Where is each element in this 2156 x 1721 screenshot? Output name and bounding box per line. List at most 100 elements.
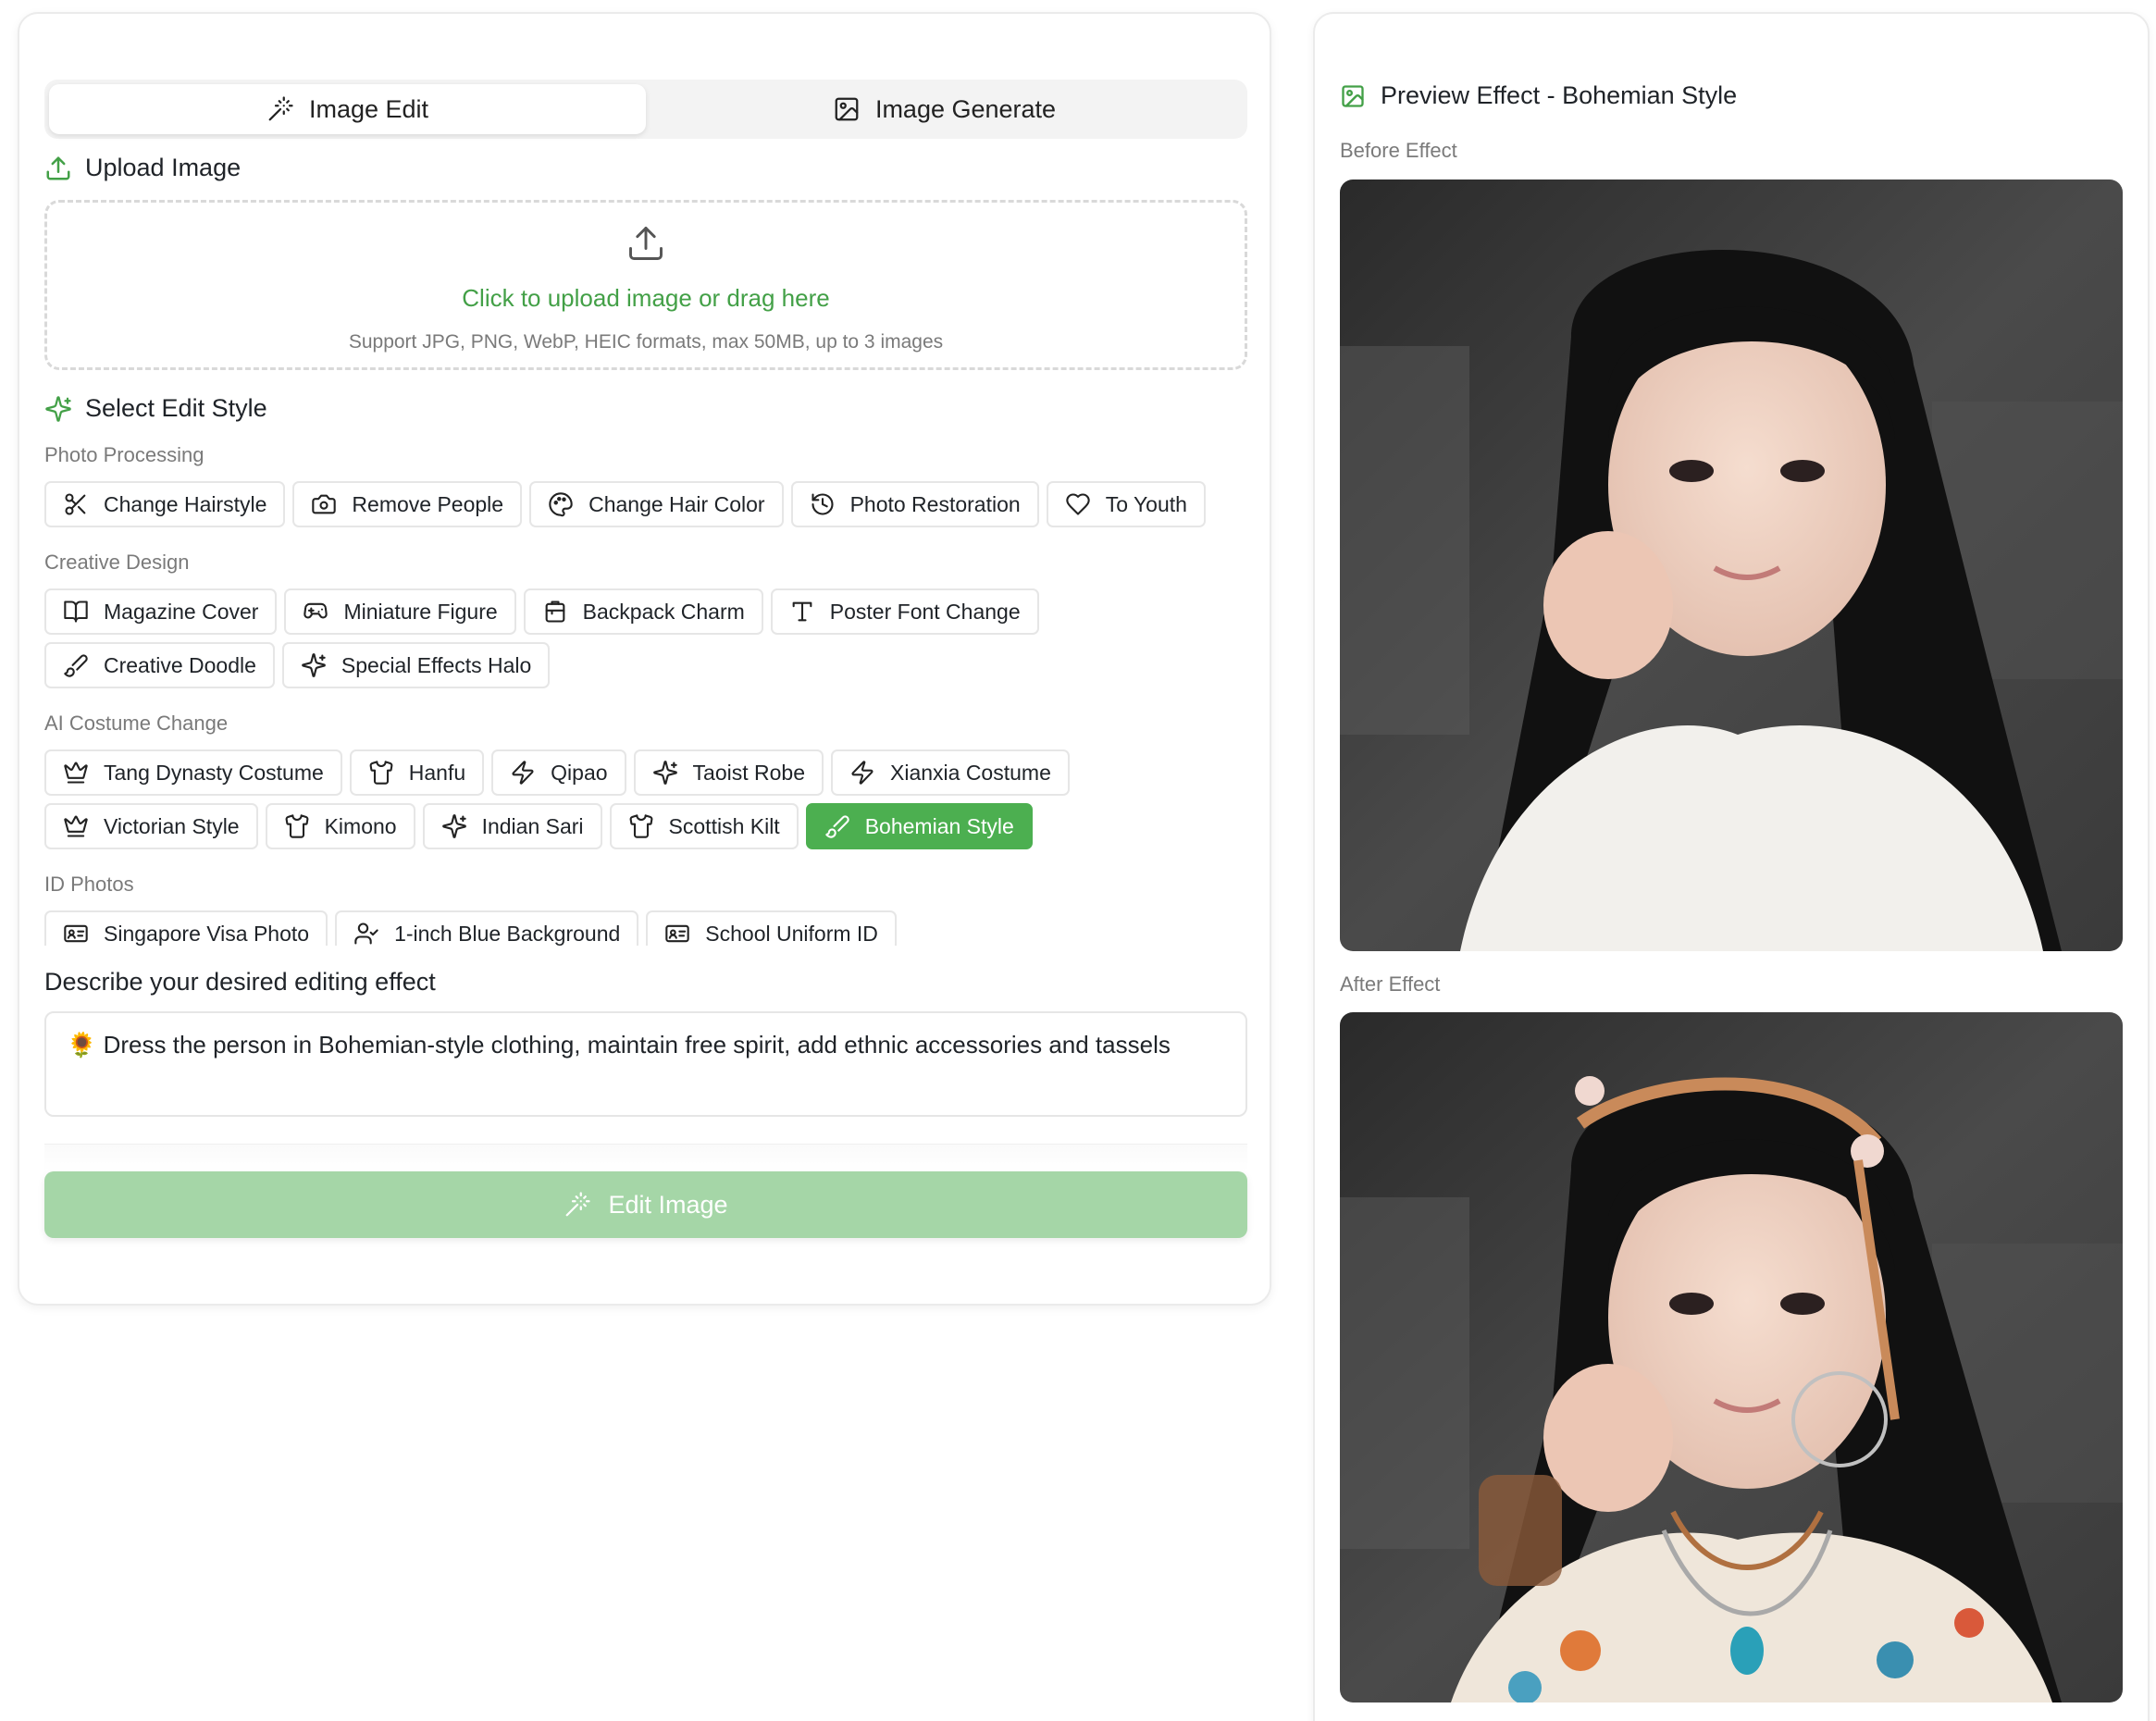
style-chip-tang-dynasty-costume[interactable]: Tang Dynasty Costume (44, 749, 342, 796)
style-chip-poster-font-change[interactable]: Poster Font Change (770, 588, 1039, 635)
zap-icon (510, 760, 536, 786)
tab-image-edit[interactable]: Image Edit (49, 84, 646, 134)
style-chip-photo-restoration[interactable]: Photo Restoration (790, 481, 1039, 527)
divider (44, 1144, 1247, 1171)
chip-label: Kimono (324, 813, 397, 838)
group-label: Photo Processing (44, 443, 204, 466)
chip-label: Change Hairstyle (104, 491, 267, 516)
chip-label: Tang Dynasty Costume (104, 760, 324, 785)
style-chip-hanfu[interactable]: Hanfu (349, 749, 485, 796)
scissors-icon (63, 491, 89, 517)
chip-label: Qipao (551, 760, 608, 785)
style-chip-victorian-style[interactable]: Victorian Style (44, 803, 258, 849)
upload-hint: Support JPG, PNG, WebP, HEIC formats, ma… (348, 331, 944, 353)
chip-label: Xianxia Costume (890, 760, 1051, 785)
style-chip-qipao[interactable]: Qipao (491, 749, 626, 796)
style-chip-miniature-figure[interactable]: Miniature Figure (284, 588, 516, 635)
style-chip-indian-sari[interactable]: Indian Sari (422, 803, 602, 849)
shirt-icon (628, 813, 654, 839)
book-open-icon (63, 599, 89, 625)
gamepad-icon (303, 599, 328, 625)
heart-icon (1065, 491, 1091, 517)
crown-icon (63, 813, 89, 839)
chip-label: Remove People (352, 491, 504, 516)
chip-label: Miniature Figure (343, 599, 498, 624)
sparkles-icon (652, 760, 678, 786)
after-label: After Effect (1340, 972, 1441, 996)
group-label: ID Photos (44, 873, 134, 896)
type-icon (789, 599, 815, 625)
id-card-icon (63, 921, 89, 946)
edit-image-button[interactable]: Edit Image (44, 1171, 1247, 1238)
style-chip-magazine-cover[interactable]: Magazine Cover (44, 588, 278, 635)
style-chip-taoist-robe[interactable]: Taoist Robe (633, 749, 824, 796)
chip-label: Hanfu (408, 760, 466, 785)
brush-icon (63, 652, 89, 678)
chip-label: To Youth (1105, 491, 1187, 516)
chip-label: Special Effects Halo (341, 652, 532, 677)
tab-image-generate[interactable]: Image Generate (646, 84, 1243, 134)
style-chip-change-hair-color[interactable]: Change Hair Color (529, 481, 784, 527)
style-chip-creative-doodle[interactable]: Creative Doodle (44, 642, 275, 688)
group-label: AI Costume Change (44, 712, 229, 735)
chip-label: Scottish Kilt (668, 813, 780, 838)
upload-dropzone[interactable]: Click to upload image or drag here Suppo… (44, 200, 1247, 370)
upload-section-title: Upload Image (44, 154, 241, 182)
chip-label: Change Hair Color (589, 491, 765, 516)
chip-label: Photo Restoration (849, 491, 1021, 516)
tab-label: Image Edit (308, 94, 429, 123)
style-chip-kimono[interactable]: Kimono (265, 803, 415, 849)
style-section-title: Select Edit Style (44, 394, 267, 423)
style-chip-to-youth[interactable]: To Youth (1046, 481, 1206, 527)
magic-wand-icon (564, 1191, 591, 1219)
chip-label: Victorian Style (104, 813, 240, 838)
palette-icon (548, 491, 574, 517)
preview-title-text: Preview Effect - Bohemian Style (1381, 81, 1738, 109)
sparkles-icon (44, 395, 72, 423)
zap-icon (849, 760, 875, 786)
chip-label: 1-inch Blue Background (394, 921, 621, 946)
style-list[interactable]: Photo Processing Change Hairstyle Remove… (44, 439, 1257, 946)
magic-wand-icon (266, 95, 294, 123)
style-chip-xianxia-costume[interactable]: Xianxia Costume (831, 749, 1070, 796)
history-icon (810, 491, 836, 517)
tab-label: Image Generate (874, 94, 1057, 123)
mode-tabs: Image Edit Image Generate (44, 80, 1247, 139)
chip-label: School Uniform ID (705, 921, 878, 946)
upload-prompt: Click to upload image or drag here (462, 284, 830, 312)
sparkles-icon (301, 652, 327, 678)
style-chip-singapore-visa-photo[interactable]: Singapore Visa Photo (44, 910, 328, 946)
chip-label: Taoist Robe (692, 760, 805, 785)
id-card-icon (664, 921, 690, 946)
group-label: Creative Design (44, 551, 190, 574)
upload-icon (44, 155, 72, 182)
description-input[interactable]: 🌻 Dress the person in Bohemian-style clo… (44, 1011, 1247, 1117)
style-chip-school-uniform-id[interactable]: School Uniform ID (646, 910, 897, 946)
style-chip-backpack-charm[interactable]: Backpack Charm (523, 588, 763, 635)
style-chip-change-hairstyle[interactable]: Change Hairstyle (44, 481, 286, 527)
section-title-text: Select Edit Style (85, 394, 267, 422)
brush-icon (824, 813, 850, 839)
after-photo (1340, 1012, 2123, 1702)
style-chip-bohemian-style[interactable]: Bohemian Style (805, 803, 1033, 849)
preview-title: Preview Effect - Bohemian Style (1340, 81, 1737, 110)
shirt-icon (284, 813, 310, 839)
style-chip-remove-people[interactable]: Remove People (292, 481, 523, 527)
chip-group-photo-processing: Change Hairstyle Remove People Change Ha… (44, 481, 1257, 527)
camera-icon (311, 491, 337, 517)
upload-icon (626, 223, 666, 264)
style-chip-1-inch-blue-background[interactable]: 1-inch Blue Background (335, 910, 639, 946)
before-label: Before Effect (1340, 139, 1457, 162)
button-label: Edit Image (608, 1190, 728, 1219)
chip-label: Magazine Cover (104, 599, 259, 624)
style-chip-scottish-kilt[interactable]: Scottish Kilt (609, 803, 799, 849)
backpack-icon (542, 599, 568, 625)
before-photo (1340, 180, 2123, 951)
chip-group-id-photos: Singapore Visa Photo 1-inch Blue Backgro… (44, 910, 1257, 946)
description-label: Describe your desired editing effect (44, 968, 436, 996)
chip-label: Bohemian Style (864, 813, 1014, 838)
image-icon (833, 95, 861, 123)
style-chip-special-effects-halo[interactable]: Special Effects Halo (281, 642, 551, 688)
chip-label: Creative Doodle (104, 652, 256, 677)
chip-label: Backpack Charm (582, 599, 745, 624)
